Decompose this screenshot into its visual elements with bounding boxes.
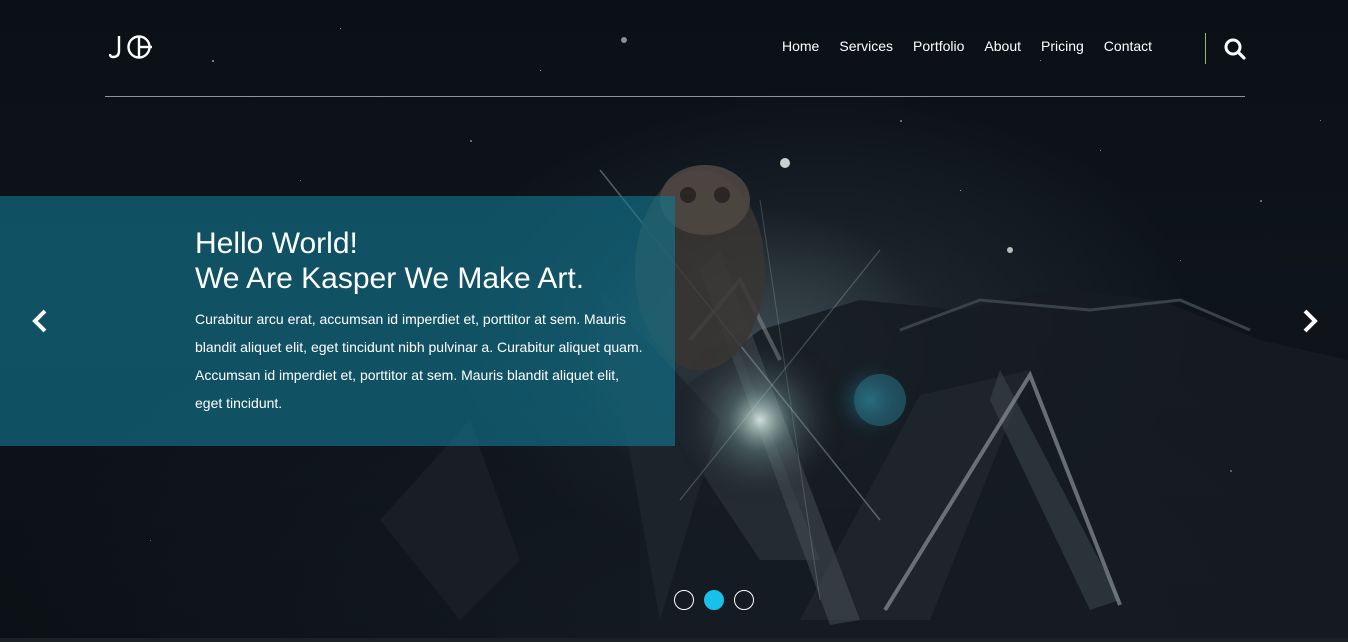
slider-pagination	[674, 590, 754, 610]
nav-pricing-link[interactable]: Pricing	[1041, 38, 1084, 60]
nav-about-link[interactable]: About	[984, 38, 1021, 60]
nav-divider	[1205, 33, 1206, 64]
logo[interactable]	[109, 33, 153, 61]
slide-title: Hello World! We Are Kasper We Make Art.	[195, 226, 584, 296]
main-nav: Home Services Portfolio About Pricing Co…	[782, 38, 1172, 60]
slide-title-line1: Hello World!	[195, 227, 358, 260]
chevron-right-icon[interactable]	[1300, 308, 1320, 334]
slide-title-line2: We Are Kasper We Make Art.	[195, 262, 585, 295]
header-divider	[105, 96, 1245, 97]
nav-services-link[interactable]: Services	[839, 38, 893, 60]
nav-portfolio-link[interactable]: Portfolio	[913, 38, 964, 60]
slide-caption-panel: Hello World! We Are Kasper We Make Art. …	[0, 196, 675, 446]
slide-dot-1[interactable]	[674, 590, 694, 610]
nav-home-link[interactable]: Home	[782, 38, 819, 60]
bottom-border	[0, 638, 1348, 642]
slide-description: Curabitur arcu erat, accumsan id imperdi…	[195, 311, 643, 411]
nav-contact-link[interactable]: Contact	[1104, 38, 1152, 60]
slide-dot-3[interactable]	[734, 590, 754, 610]
slide-dot-2[interactable]	[704, 590, 724, 610]
chevron-left-icon[interactable]	[30, 308, 50, 334]
search-icon[interactable]	[1223, 37, 1247, 61]
